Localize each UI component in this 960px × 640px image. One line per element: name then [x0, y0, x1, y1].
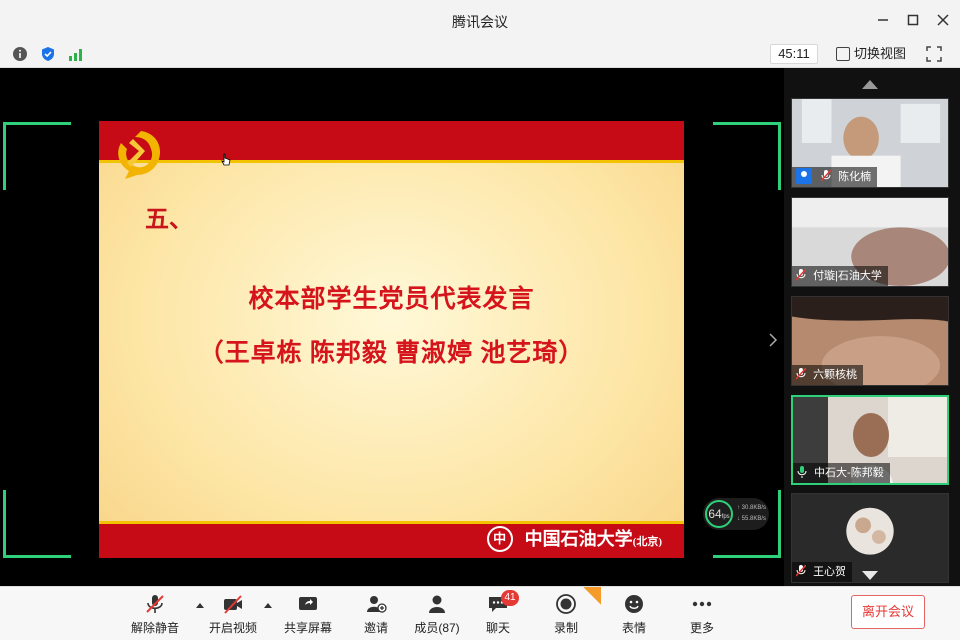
more-label: 更多: [689, 621, 714, 635]
more-dots-icon: [692, 601, 712, 607]
participant-name: 付璇|石油大学: [813, 270, 882, 282]
shared-screen-stage: 五、 校本部学生党员代表发言 （王卓栋 陈邦毅 曹淑婷 池艺琦） 中 中国石油大…: [0, 68, 784, 586]
participant-name-bar: 六颗核桃: [792, 365, 864, 385]
share-screen-icon: [299, 597, 317, 610]
members-label: 成员(87): [414, 621, 460, 635]
invite-button[interactable]: 邀请: [346, 593, 406, 637]
mic-muted-icon: [146, 595, 164, 613]
participant-tile[interactable]: 陈化楠: [791, 98, 949, 188]
switch-view-button[interactable]: 切换视图: [834, 44, 906, 64]
slide-top-band: [99, 121, 684, 179]
scroll-up-arrow-icon[interactable]: [862, 80, 878, 89]
participant-name-bar: 付璇|石油大学: [792, 266, 888, 286]
upload-rate: ↑ 30.8KB/s: [737, 505, 767, 511]
mic-muted-icon: [796, 269, 806, 281]
switch-view-label: 切换视图: [854, 46, 907, 61]
participant-name: 六颗核桃: [813, 369, 858, 381]
members-icon: [429, 595, 445, 613]
chat-button[interactable]: 41 聊天: [468, 590, 528, 637]
host-user-icon: [796, 168, 812, 184]
mouse-cursor-icon: [221, 153, 231, 166]
leave-meeting-button[interactable]: 离开会议: [851, 595, 925, 629]
start-video-label: 开启视频: [208, 621, 257, 635]
record-icon: [556, 594, 576, 614]
focus-corner: [3, 122, 71, 190]
unread-chat-badge: 41: [501, 590, 519, 606]
unmute-button[interactable]: 解除静音: [125, 593, 185, 637]
switch-view-icon: [836, 47, 850, 61]
mic-muted-icon: [796, 368, 806, 380]
party-emblem-icon: [118, 131, 161, 179]
record-button[interactable]: 录制: [536, 593, 596, 637]
participant-tile[interactable]: 付璇|石油大学: [791, 197, 949, 287]
reactions-label: 表情: [621, 621, 646, 635]
add-user-icon: [367, 596, 387, 613]
unmute-label: 解除静音: [130, 621, 179, 635]
emoji-icon: [625, 595, 643, 613]
chat-label: 聊天: [485, 621, 510, 635]
focus-corner: [3, 490, 71, 558]
slide-heading: 校本部学生党员代表发言: [248, 286, 535, 313]
meeting-info-bar: 45:11 切换视图: [0, 40, 960, 68]
mic-muted-icon: [796, 565, 806, 577]
invite-label: 邀请: [363, 621, 388, 635]
security-shield-icon[interactable]: [40, 46, 56, 62]
network-status-badge[interactable]: 64fps ↑ 30.8KB/s ↓ 55.8KB/s: [703, 498, 769, 530]
participant-tile-speaking[interactable]: 中石大-陈邦毅: [791, 395, 949, 485]
meeting-timer: 45:11: [770, 44, 818, 64]
members-button[interactable]: 成员(87): [407, 593, 467, 637]
slide-speaker-names: （王卓栋 陈邦毅 曹淑婷 池艺琦）: [198, 340, 585, 367]
participant-name-bar: 陈化楠: [792, 167, 878, 187]
video-options-caret-icon[interactable]: [264, 603, 272, 608]
participant-video-list: 陈化楠 付璇|石油大学 六颗核桃 中石大-陈邦毅 王心贺: [784, 68, 960, 586]
participant-tile[interactable]: 六颗核桃: [791, 296, 949, 386]
minimize-icon[interactable]: [873, 10, 893, 30]
fullscreen-icon[interactable]: [926, 46, 942, 62]
participant-tile[interactable]: 王心贺: [791, 493, 949, 583]
start-video-button[interactable]: 开启视频: [203, 593, 263, 637]
tencent-meeting-window: 腾讯会议 45:11 切换视图 五、 校本部学生党员代表发言 （王卓栋 陈邦毅 …: [0, 0, 960, 640]
university-name: 中国石油大学: [524, 529, 633, 549]
more-button[interactable]: 更多: [672, 593, 732, 637]
scroll-down-arrow-icon[interactable]: [862, 571, 878, 580]
slide-section-number: 五、: [145, 207, 193, 233]
reactions-button[interactable]: 表情: [604, 593, 664, 637]
record-label: 录制: [553, 621, 578, 635]
university-logo: 中 中国石油大学(北京): [486, 524, 662, 554]
meeting-toolbar: 解除静音 开启视频 共享屏幕 邀请 成员(87) 41 聊天 录制 表情 更多 …: [0, 586, 960, 640]
participant-name: 陈化楠: [838, 171, 872, 183]
participant-name: 中石大-陈邦毅: [814, 467, 884, 479]
download-rate: ↓ 55.8KB/s: [737, 516, 767, 522]
window-title: 腾讯会议: [452, 14, 508, 30]
share-screen-label: 共享屏幕: [283, 621, 332, 635]
university-campus: (北京): [632, 536, 662, 548]
camera-off-icon: [224, 595, 242, 614]
signal-strength-icon[interactable]: [68, 46, 84, 62]
participant-name-bar: 王心贺: [792, 562, 853, 582]
slide-bottom-band: 中 中国石油大学(北京): [99, 521, 684, 558]
info-icon[interactable]: [12, 46, 28, 62]
collapse-sidebar-chevron-icon[interactable]: [768, 332, 778, 348]
share-screen-button[interactable]: 共享屏幕: [278, 593, 338, 637]
participant-name-bar: 中石大-陈邦毅: [793, 463, 890, 483]
presentation-slide: 五、 校本部学生党员代表发言 （王卓栋 陈邦毅 曹淑婷 池艺琦） 中 中国石油大…: [99, 121, 684, 558]
title-bar: 腾讯会议: [0, 0, 960, 40]
maximize-icon[interactable]: [903, 10, 923, 30]
university-seal-icon: 中: [486, 526, 513, 552]
focus-corner: [713, 122, 781, 190]
close-icon[interactable]: [933, 10, 953, 30]
fps-indicator: 64fps: [705, 500, 733, 528]
participant-name: 王心贺: [813, 566, 847, 578]
mic-muted-icon: [821, 170, 832, 182]
mic-active-icon: [797, 466, 807, 478]
